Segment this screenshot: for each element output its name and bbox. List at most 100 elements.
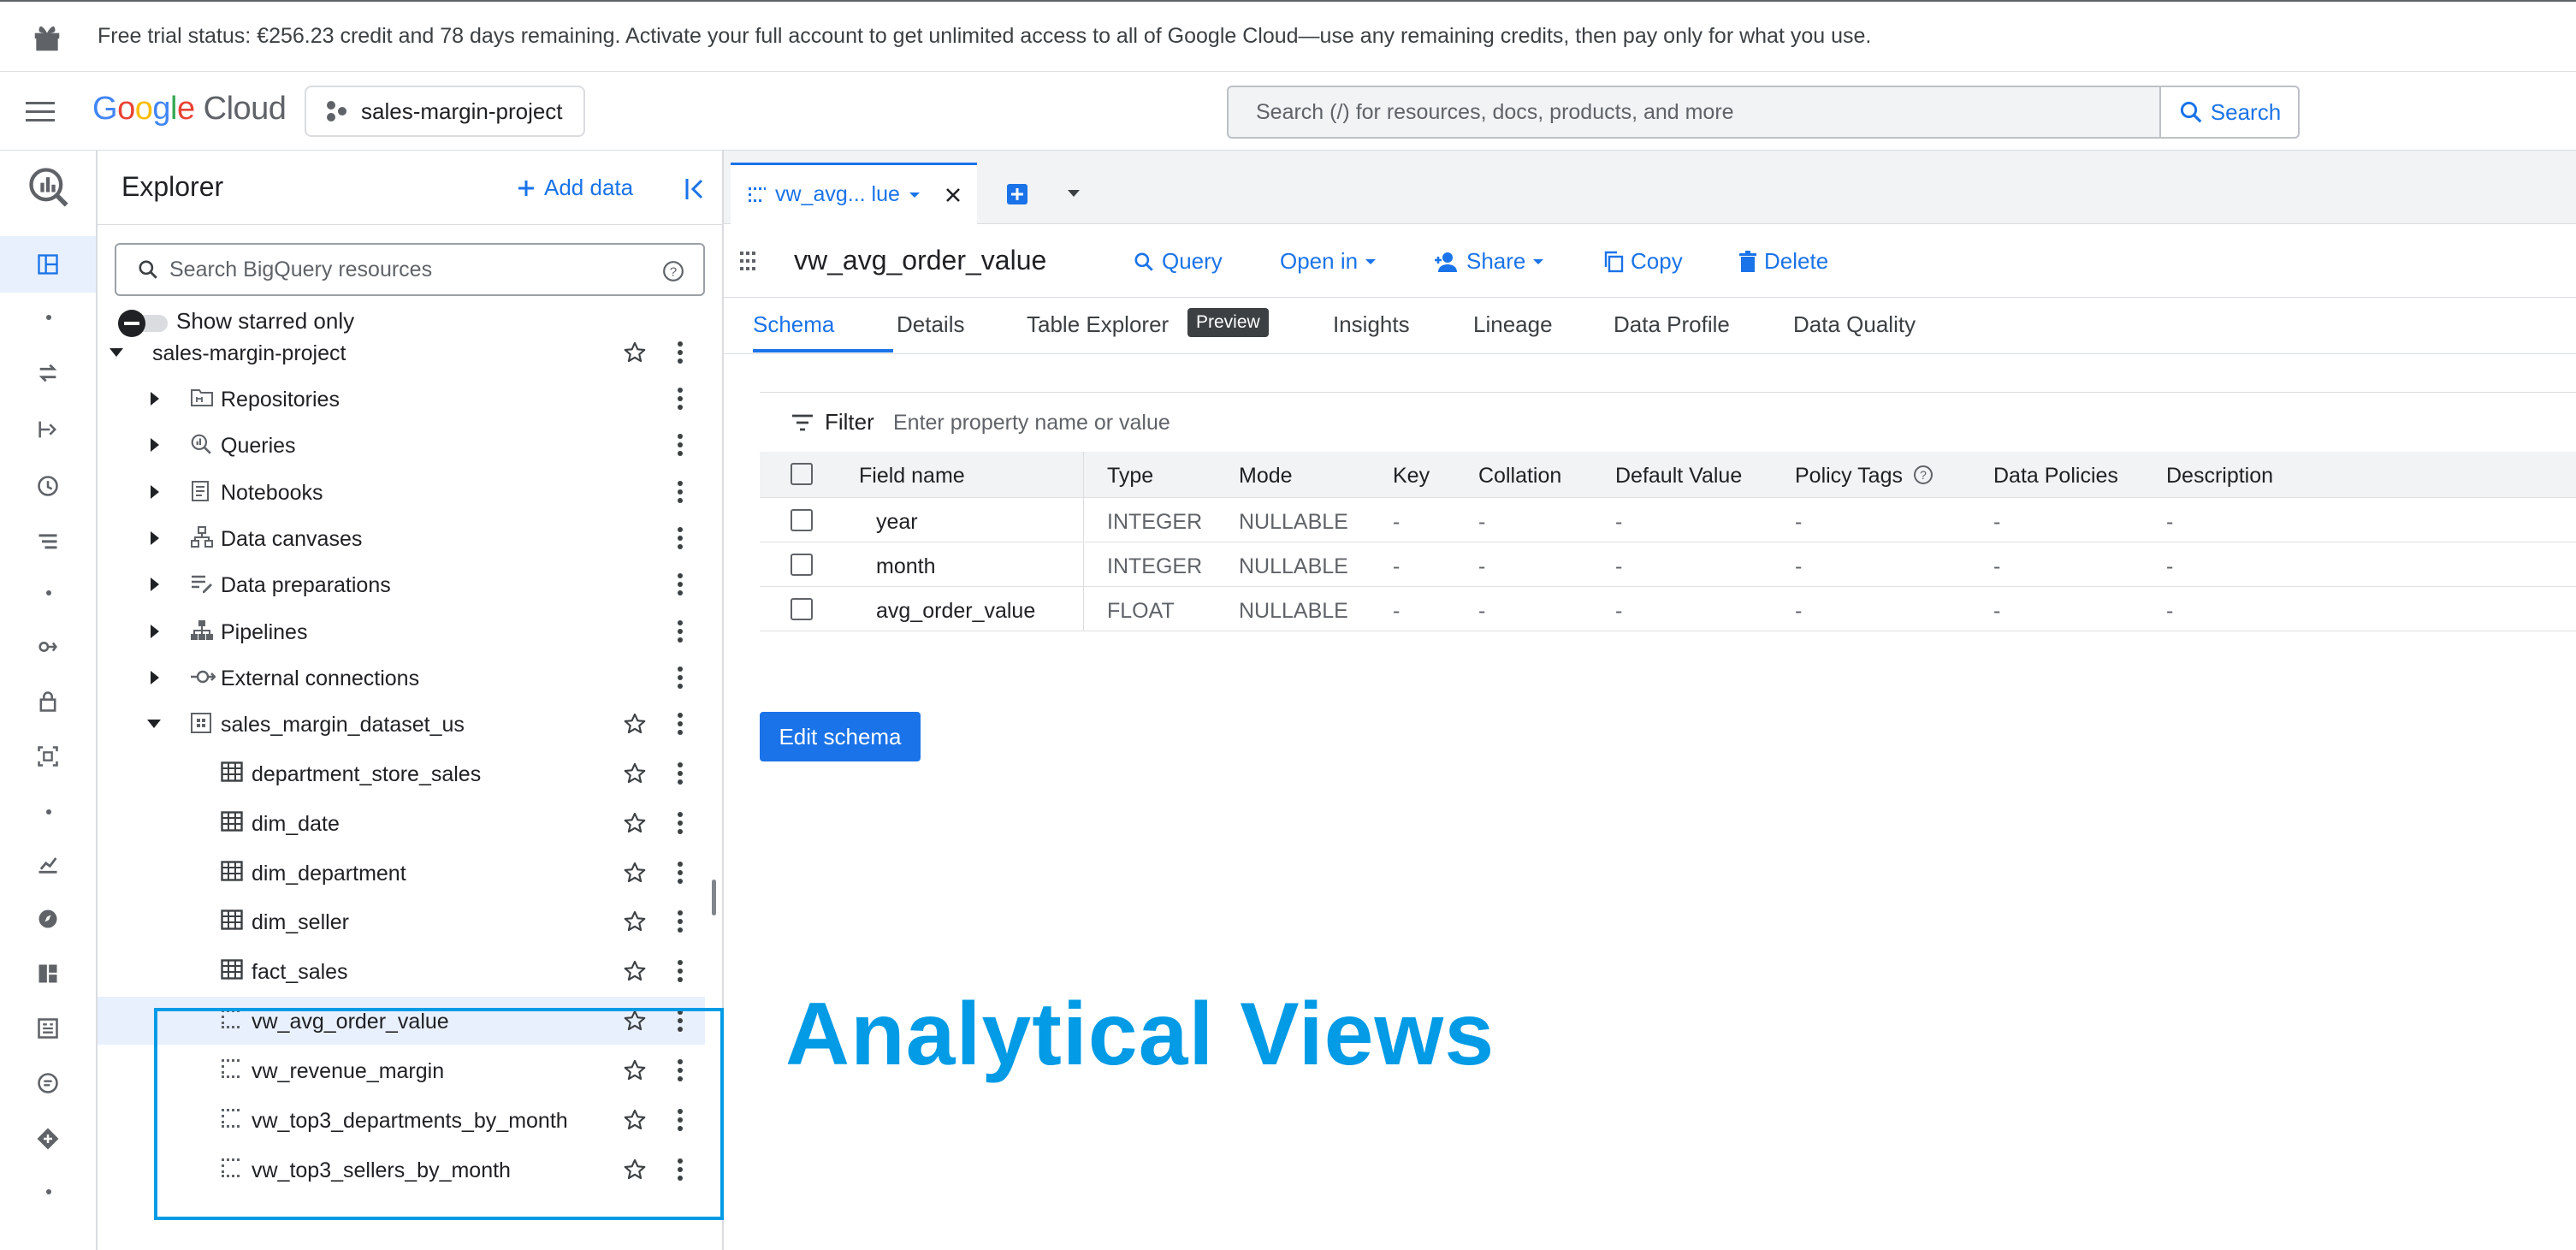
menu-icon[interactable] [26,99,56,125]
more-options-icon[interactable] [676,666,684,690]
new-tab-icon[interactable] [1006,183,1028,205]
workflows-icon[interactable] [0,530,96,554]
tab-menu-icon[interactable] [1066,188,1081,198]
more-options-icon[interactable] [676,341,684,364]
star-icon[interactable] [623,861,647,885]
tree-item-Data canvases[interactable]: Data canvases [98,514,705,562]
tree-item-Queries[interactable]: Queries [98,421,705,469]
more-options-icon[interactable] [676,909,684,933]
star-icon[interactable] [623,341,647,364]
share-button[interactable]: Share [1434,248,1544,275]
delete-button[interactable]: Delete [1738,248,1828,275]
explorer-search-input[interactable]: Search BigQuery resources ? [115,243,705,296]
google-cloud-logo[interactable]: Google Cloud [92,91,287,127]
tree-item-Repositories[interactable]: Repositories [98,375,705,423]
caret-down-icon[interactable] [145,718,163,730]
scheduled-queries-icon[interactable] [0,474,96,498]
tab-vw-avg-order-value[interactable]: vw_avg... lue [731,163,977,224]
more-options-icon[interactable] [676,959,684,983]
data-sharing-icon[interactable] [0,635,96,659]
lock-icon[interactable] [0,690,96,714]
star-icon[interactable] [623,811,647,835]
tree-item-dim-seller[interactable]: dim_seller [98,898,705,945]
close-icon[interactable] [945,187,962,204]
filter-input[interactable]: Enter property name or value [893,411,1170,435]
tab-insights[interactable]: Insights [1333,311,1410,338]
collapse-panel-icon[interactable] [684,176,707,202]
filter-button[interactable]: Filter [791,409,874,435]
tree-item-sales-margin-dataset-us[interactable]: sales_margin_dataset_us [98,700,705,748]
more-options-icon[interactable] [676,433,684,457]
tree-item-sales-margin-project[interactable]: sales-margin-project [98,329,705,376]
more-options-icon[interactable] [676,861,684,885]
tab-lineage[interactable]: Lineage [1473,311,1553,338]
more-options-icon[interactable] [676,619,684,643]
dashboard-icon[interactable] [0,962,96,986]
schema-row[interactable]: month INTEGER NULLABLE - - - - - - [760,542,2576,587]
project-icon [325,100,347,122]
tree-item-department-store-sales[interactable]: department_store_sales [98,749,705,797]
more-options-icon[interactable] [676,712,684,736]
star-icon[interactable] [623,712,647,736]
more-options-icon[interactable] [676,480,684,504]
bigquery-icon[interactable] [0,164,96,209]
global-search-input[interactable]: Search (/) for resources, docs, products… [1227,86,2161,139]
tree-item-Pipelines[interactable]: Pipelines [98,607,705,655]
more-options-icon[interactable] [676,572,684,596]
tree-item-fact-sales[interactable]: fact_sales [98,947,705,995]
more-options-icon[interactable] [676,761,684,785]
query-button[interactable]: Query [1133,248,1223,275]
caret-right-icon[interactable] [149,483,161,501]
pipelines-rail-icon[interactable] [0,418,96,441]
tree-item-External connections[interactable]: External connections [98,654,705,702]
caret-down-icon[interactable] [108,347,125,358]
schema-row[interactable]: avg_order_value FLOAT NULLABLE - - - - - - [760,587,2576,631]
star-icon[interactable] [623,909,647,933]
project-picker-button[interactable]: sales-margin-project [305,86,585,137]
caret-right-icon[interactable] [149,576,161,593]
help-icon[interactable]: ? [1913,465,1933,485]
caret-right-icon[interactable] [149,436,161,453]
caret-right-icon[interactable] [149,530,161,547]
explorer-scrollbar[interactable] [712,880,716,915]
open-in-button[interactable]: Open in [1280,248,1377,275]
more-options-icon[interactable] [676,811,684,835]
tab-table-explorer[interactable]: Table Explorer [1027,311,1169,338]
row-checkbox[interactable] [791,598,813,620]
capacity-icon[interactable] [0,744,96,768]
tree-item-Notebooks[interactable]: Notebooks [98,468,705,516]
monitoring-icon[interactable] [0,852,96,876]
tree-item-dim-department[interactable]: dim_department [98,849,705,897]
tab-data-quality[interactable]: Data Quality [1793,311,1916,338]
tree-item-dim-date[interactable]: dim_date [98,799,705,847]
open-in-label: Open in [1280,248,1359,274]
copy-button[interactable]: Copy [1603,248,1683,275]
studio-icon[interactable] [0,236,96,293]
tree-item-Data preparations[interactable]: Data preparations [98,560,705,608]
chat-icon[interactable] [0,1071,96,1095]
caret-right-icon[interactable] [149,623,161,640]
select-all-checkbox[interactable] [791,463,813,485]
edit-schema-button[interactable]: Edit schema [760,712,921,761]
row-checkbox[interactable] [791,509,813,531]
help-icon[interactable]: ? [662,260,684,282]
caret-right-icon[interactable] [149,669,161,686]
repository-icon [190,387,214,409]
tab-details[interactable]: Details [897,311,964,338]
chevron-down-icon[interactable] [909,191,921,199]
caret-right-icon[interactable] [149,390,161,407]
schema-row[interactable]: year INTEGER NULLABLE - - - - - - [760,498,2576,542]
add-data-button[interactable]: Add data [517,175,633,201]
compass-icon[interactable] [0,907,96,931]
transfers-icon[interactable] [0,361,96,385]
more-options-icon[interactable] [676,387,684,411]
star-icon[interactable] [623,761,647,785]
more-options-icon[interactable] [676,526,684,550]
catalog-icon[interactable] [0,1016,96,1040]
diamond-icon[interactable] [0,1126,96,1152]
tab-data-profile[interactable]: Data Profile [1614,311,1730,338]
search-button[interactable]: Search [2161,86,2300,139]
tab-schema[interactable]: Schema [753,311,834,338]
star-icon[interactable] [623,959,647,983]
row-checkbox[interactable] [791,554,813,576]
